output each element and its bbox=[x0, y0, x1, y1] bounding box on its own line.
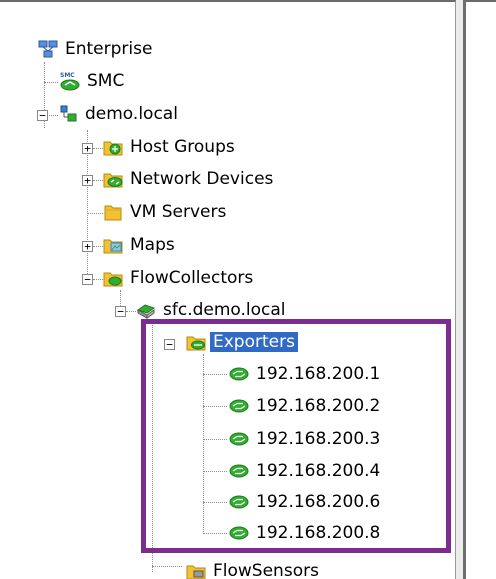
tree-item-label: FlowSensors bbox=[213, 561, 319, 579]
tree-item-vm-servers[interactable]: VM Servers bbox=[103, 199, 229, 225]
expand-toggle[interactable]: + bbox=[82, 175, 93, 186]
smc-badge-text: SMC bbox=[60, 72, 75, 79]
exporter-icon bbox=[229, 526, 249, 540]
tree-item-label: 192.168.200.4 bbox=[256, 461, 381, 481]
tree-item-smc[interactable]: SMC SMC bbox=[60, 68, 127, 94]
tree-item-collector[interactable]: sfc.demo.local bbox=[136, 297, 289, 323]
tree-item-label: Network Devices bbox=[130, 169, 274, 189]
domain-icon bbox=[60, 105, 77, 122]
tree-line bbox=[203, 374, 227, 375]
collapse-toggle[interactable]: − bbox=[82, 274, 93, 285]
tree-line bbox=[126, 311, 136, 312]
exporter-icon bbox=[229, 399, 249, 413]
tree-item-label: 192.168.200.8 bbox=[256, 523, 381, 543]
tree-panel: − + + + − − − Enterprise SMC SMC demo.lo… bbox=[0, 0, 456, 579]
flow-collectors-icon bbox=[103, 272, 123, 287]
tree-item-exporter[interactable]: 192.168.200.1 bbox=[229, 361, 383, 387]
tree-line bbox=[152, 566, 182, 567]
tree-item-label: sfc.demo.local bbox=[163, 300, 286, 320]
tree-line bbox=[203, 406, 227, 407]
tree-item-flow-collectors[interactable]: FlowCollectors bbox=[103, 265, 256, 291]
exporter-icon bbox=[229, 367, 249, 381]
tree-item-flow-sensors[interactable]: FlowSensors bbox=[186, 558, 322, 579]
tree-line bbox=[93, 180, 103, 181]
tree-item-exporter[interactable]: 192.168.200.4 bbox=[229, 458, 383, 484]
tree-item-exporter[interactable]: 192.168.200.6 bbox=[229, 489, 383, 515]
collector-icon bbox=[136, 304, 156, 319]
exporter-icon bbox=[229, 464, 249, 478]
enterprise-icon bbox=[38, 40, 58, 58]
expand-toggle[interactable]: + bbox=[82, 143, 93, 154]
exporters-icon bbox=[186, 336, 206, 351]
tree-line bbox=[87, 213, 103, 214]
collapse-toggle[interactable]: − bbox=[115, 306, 126, 317]
tree-line bbox=[203, 502, 227, 503]
tree-item-label: Exporters bbox=[210, 332, 298, 352]
tree-item-exporter[interactable]: 192.168.200.8 bbox=[229, 520, 383, 546]
tree-item-domain[interactable]: demo.local bbox=[58, 101, 181, 127]
tree-item-label: 192.168.200.2 bbox=[256, 396, 381, 416]
tree-item-label: SMC bbox=[87, 71, 125, 91]
tree-item-host-groups[interactable]: Host Groups bbox=[103, 134, 238, 160]
tree-item-label: Maps bbox=[130, 235, 175, 255]
flow-sensors-icon bbox=[186, 565, 206, 579]
tree-line bbox=[93, 246, 103, 247]
tree-item-exporters[interactable]: Exporters bbox=[186, 329, 298, 355]
tree-line bbox=[93, 148, 103, 149]
collapse-toggle[interactable]: − bbox=[164, 339, 175, 350]
collapse-toggle[interactable]: − bbox=[37, 110, 48, 121]
tree-item-label: VM Servers bbox=[130, 202, 227, 222]
tree-line bbox=[203, 533, 227, 534]
tree-item-label: 192.168.200.6 bbox=[256, 492, 381, 512]
tree-item-label: FlowCollectors bbox=[130, 268, 254, 288]
tree-line bbox=[93, 279, 103, 280]
expand-toggle[interactable]: + bbox=[82, 241, 93, 252]
smc-icon: SMC bbox=[60, 72, 80, 91]
tree-line bbox=[203, 354, 204, 534]
tree-line bbox=[203, 471, 227, 472]
tree-item-label: 192.168.200.1 bbox=[256, 364, 381, 384]
host-groups-icon bbox=[103, 141, 123, 156]
tree-item-label: Enterprise bbox=[65, 39, 153, 59]
tree-line bbox=[44, 82, 58, 83]
tree-line bbox=[203, 439, 227, 440]
tree-item-exporter[interactable]: 192.168.200.3 bbox=[229, 426, 383, 452]
tree-item-maps[interactable]: Maps bbox=[103, 232, 178, 258]
exporter-icon bbox=[229, 432, 249, 446]
exporter-icon bbox=[229, 495, 249, 509]
tree-item-label: 192.168.200.3 bbox=[256, 429, 381, 449]
folder-icon bbox=[104, 205, 122, 221]
tree-item-exporter[interactable]: 192.168.200.2 bbox=[229, 393, 383, 419]
tree-item-label: Host Groups bbox=[130, 137, 235, 157]
maps-icon bbox=[103, 239, 123, 254]
right-pane bbox=[466, 0, 496, 579]
tree-item-enterprise[interactable]: Enterprise bbox=[38, 36, 155, 62]
network-devices-icon bbox=[103, 173, 123, 188]
tree-item-network-devices[interactable]: Network Devices bbox=[103, 166, 276, 192]
tree-line bbox=[152, 322, 153, 572]
tree-item-label: demo.local bbox=[85, 104, 178, 124]
